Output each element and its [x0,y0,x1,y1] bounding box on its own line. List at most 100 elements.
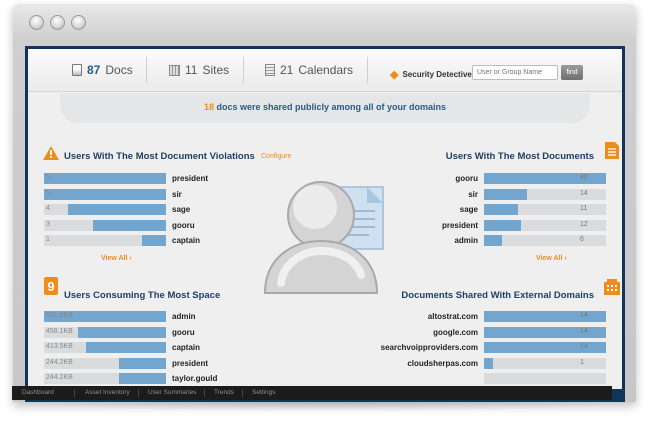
list-item[interactable] [484,373,606,385]
warning-icon [43,146,59,160]
space-title: Users Consuming The Most Space [64,290,221,301]
storage-icon: 9 [44,277,58,295]
calendars-stat[interactable]: 21 Calendars [265,63,353,77]
row-name[interactable]: president [354,221,478,230]
row-name[interactable]: captain [172,236,200,245]
bar-fill [86,342,166,354]
bar-fill [44,188,166,200]
list-item[interactable]: 14 google.com [433,326,606,338]
bar-track [484,373,606,385]
list-item[interactable]: 1 cloudsherpas.com [407,357,606,369]
sites-label: Sites [202,63,230,77]
security-detective-label: Security Detective [402,70,472,79]
window-shadow [18,402,641,412]
banner-text: 18 docs were shared publicly among all o… [60,102,590,112]
bar-track [484,357,606,369]
row-name[interactable]: altostrat.com [354,312,478,321]
nav-settings[interactable]: Settings [252,389,276,396]
sites-stat[interactable]: 11 Sites [169,63,229,77]
list-item[interactable]: 40 gooru [455,173,606,184]
list-item[interactable]: 4 sage [44,204,190,216]
configure-link[interactable]: Configure [261,153,291,160]
bar-fill [119,357,166,369]
list-item[interactable]: 14 sir [468,188,606,200]
row-value: 631.6KB [46,312,73,319]
nav-asset-inventory[interactable]: Asset Inventory [85,389,130,396]
list-item[interactable]: 458.1KB gooru [44,326,195,338]
list-item[interactable]: 6 admin [454,235,606,247]
zoom-button[interactable] [71,15,86,30]
row-name[interactable]: admin [172,312,196,321]
row-value: 413.5KB [46,343,73,351]
row-value: 6 [580,236,584,244]
most-documents-title: Users With The Most Documents [445,151,594,162]
row-name[interactable]: google.com [354,328,478,337]
row-name[interactable]: captain [172,343,200,352]
row-name[interactable]: sir [172,190,182,199]
shared-docs-banner: 18 docs were shared publicly among all o… [60,93,590,123]
list-item[interactable]: 3 gooru [44,219,195,231]
row-value: 4 [46,205,50,213]
list-item[interactable]: 244.2KB taylor.gould [44,373,217,385]
row-name[interactable]: gooru [354,174,478,183]
calendar-icon [265,64,275,76]
row-value: 458.1KB [46,327,73,335]
nav-divider [74,389,75,397]
list-item[interactable]: 413.5KB captain [44,342,200,354]
nav-trends[interactable]: Trends [214,389,234,396]
find-button[interactable]: find [561,65,583,80]
sites-count: 11 [185,63,198,77]
chevron-right-icon: › [564,255,567,262]
banner-message: docs were shared publicly among all of y… [213,102,447,112]
row-value: 1 [580,358,584,366]
building-icon [604,279,620,295]
row-name[interactable]: sage [172,205,190,214]
calendars-label: Calendars [298,63,354,77]
row-value: 1 [46,236,50,244]
user-group-search-input[interactable] [472,65,558,80]
row-value: 14 [580,189,588,197]
view-all-label: View All [101,255,128,262]
row-name[interactable]: gooru [172,328,195,337]
calendars-count: 21 [280,63,294,77]
nav-dashboard[interactable]: Dashboard [22,389,54,396]
row-value: 14 [580,327,588,335]
list-item[interactable]: 5 president [44,173,208,184]
row-name[interactable]: taylor.gould [172,374,217,383]
list-item[interactable]: 14 searchvoipproviders.com [381,342,606,354]
list-item[interactable]: 12 president [442,219,606,231]
violations-title: Users With The Most Document Violations [64,151,255,162]
bar-fill [484,235,502,247]
nav-user-summaries[interactable]: User Summaries [148,389,196,396]
list-item[interactable]: 1 captain [44,235,200,247]
close-button[interactable] [29,15,44,30]
minimize-button[interactable] [50,15,65,30]
bar-fill [93,219,166,231]
bottom-navigation: Dashboard Asset Inventory User Summaries… [12,386,612,400]
row-value: 14 [580,343,588,351]
row-value: 3 [46,220,50,228]
row-name[interactable]: president [172,174,208,183]
nav-divider [204,389,205,397]
row-name[interactable]: cloudsherpas.com [354,359,478,368]
row-name[interactable]: gooru [172,221,195,230]
docs-stat[interactable]: 87 Docs [72,63,133,77]
bar-fill [68,204,166,216]
nav-divider [242,389,243,397]
row-name[interactable]: admin [354,236,478,245]
row-name[interactable]: president [172,359,208,368]
list-item[interactable]: 11 sage [460,204,606,216]
bar-fill [484,188,527,200]
row-name[interactable]: sage [354,205,478,214]
violations-view-all-link[interactable]: View All › [101,255,132,262]
list-item[interactable]: 244.2KB president [44,357,208,369]
list-item[interactable]: 631.6KB admin [44,311,196,322]
list-item[interactable]: 14 altostrat.com [428,311,606,322]
row-value: 5 [46,189,50,197]
security-detective-icon: ◆ [390,69,399,81]
row-name[interactable]: searchvoipproviders.com [354,343,478,352]
row-name[interactable]: sir [354,190,478,199]
dashboard-screen: 87 Docs 11 Sites 21 Calendars ◆ Security… [28,49,622,389]
documents-view-all-link[interactable]: View All › [536,255,567,262]
list-item[interactable]: 5 sir [44,188,182,200]
